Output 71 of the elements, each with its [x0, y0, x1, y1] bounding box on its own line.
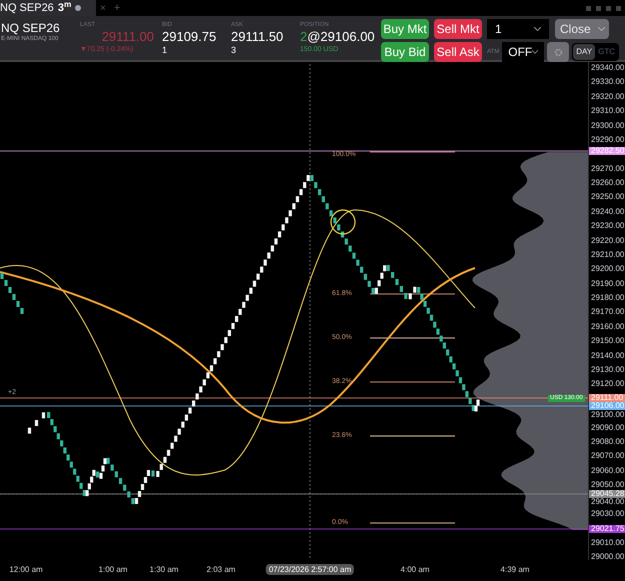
time-in-force-tab[interactable]: DAY [573, 44, 596, 60]
crosshair-time-label: 07/23/2026 2:57:00 am [266, 564, 354, 575]
price-axis-label: 29160.00 [591, 322, 624, 331]
price-axis-label: 29340.00 [591, 64, 624, 72]
chevron-down-icon [534, 27, 541, 31]
add-tab-button[interactable]: + [110, 0, 124, 16]
tab-title: NQ SEP26 [0, 0, 54, 16]
price-axis-label: 29140.00 [591, 352, 624, 360]
price-marker: 29111.00 [589, 394, 625, 402]
buy-button[interactable]: Buy Mkt [381, 19, 429, 39]
price-axis-label: 29040.00 [591, 498, 624, 506]
chevron-down-icon [598, 27, 605, 31]
time-axis-label: 2:03 am [206, 564, 236, 575]
price-axis-label: 29230.00 [591, 222, 624, 230]
price-axis-label: 29320.00 [591, 92, 624, 101]
time-axis-label: 12:00 am [9, 564, 43, 575]
price-axis-label: 29060.00 [591, 466, 624, 475]
price-axis-label: 29130.00 [591, 366, 624, 374]
price-marker: 29106.00 [589, 402, 625, 410]
price-axis-label: 29070.00 [591, 452, 624, 460]
price-axis-label: 29150.00 [591, 337, 624, 346]
price-axis-label: 29090.00 [591, 424, 624, 432]
position-value: 2@29106.00 [300, 29, 376, 45]
settings-button[interactable] [547, 42, 570, 62]
buy-button[interactable]: Buy Bid [381, 42, 429, 62]
price-axis-label: 29210.00 [591, 250, 624, 259]
size-label: 1 [162, 45, 168, 55]
price-axis-label: 29290.00 [591, 136, 624, 144]
price-axis-label: 29050.00 [591, 481, 624, 490]
price-marker: 29021.75 [589, 525, 625, 533]
price-axis-label: 29250.00 [591, 193, 624, 202]
sell-button[interactable]: Sell Mkt [434, 19, 482, 39]
price-axis-label: 29080.00 [591, 438, 624, 446]
price-axis-label: 29170.00 [591, 308, 624, 316]
circle-marker [330, 209, 356, 235]
close-position-button[interactable]: Close [555, 19, 609, 39]
size-label: 3 [231, 45, 238, 55]
time-axis-label: 1:00 am [98, 564, 128, 575]
settings-icon [554, 48, 563, 56]
time-axis-label: 1:30 am [150, 564, 178, 575]
quote-value: 29111.00 [100, 29, 155, 45]
time-in-force-tab[interactable]: GTC [595, 44, 618, 60]
price-axis-label: 29220.00 [591, 236, 624, 245]
price-axis-label: 29010.00 [591, 538, 624, 547]
price-axis-label: 29240.00 [591, 208, 624, 216]
price-axis-label: 29000.00 [591, 552, 624, 561]
chevron-down-icon [532, 50, 538, 54]
price-axis-label: 29330.00 [591, 78, 624, 86]
quantity-select[interactable]: 1 [487, 19, 549, 39]
price-marker: 29282.50 [589, 147, 625, 155]
time-axis-label: 4:00 am [400, 564, 430, 575]
symbol-label: NQ SEP26 [1, 21, 61, 35]
quote-value: 29111.50 [231, 29, 284, 45]
price-axis-label: 29120.00 [591, 380, 624, 388]
time-axis-label: 4:39 am [500, 564, 530, 575]
price-axis-label: 29180.00 [591, 294, 624, 302]
price-axis-label: 29260.00 [591, 179, 624, 188]
price-axis-label: 29190.00 [591, 280, 624, 288]
price-marker: 29045.28 [589, 490, 625, 498]
quote-value: 29109.75 [162, 29, 218, 45]
price-axis-label: 29100.00 [591, 410, 624, 419]
price-axis-label: 29200.00 [591, 265, 624, 274]
price-axis-label: 29300.00 [591, 122, 624, 130]
price-axis-label: 29270.00 [591, 164, 624, 173]
close-tab-button[interactable]: × [96, 0, 110, 16]
price-axis-label: 29310.00 [591, 107, 624, 116]
atm-select[interactable]: OFF [502, 42, 544, 62]
sell-button[interactable]: Sell Ask [434, 42, 482, 62]
chart-tab[interactable]: NQ SEP26 3$^{m}$ [0, 0, 96, 16]
interval-label: 3$^{m}$ [58, 0, 72, 16]
price-axis-label: 29030.00 [591, 510, 624, 518]
